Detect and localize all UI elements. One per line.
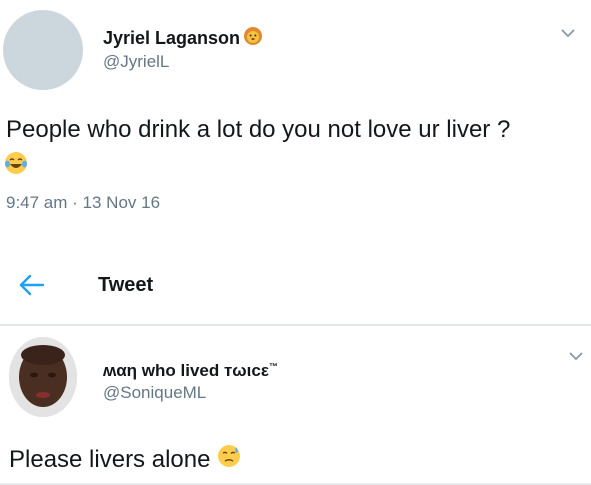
page-title: Tweet bbox=[98, 274, 154, 296]
downcast-sweat-icon bbox=[216, 443, 242, 476]
avatar[interactable] bbox=[9, 337, 77, 417]
lion-face-icon bbox=[243, 26, 263, 51]
tweet-header-bar bbox=[0, 258, 591, 324]
chevron-down-icon[interactable] bbox=[559, 24, 577, 42]
original-tweet: Jyriel Laganson @JyrielL People who drin… bbox=[0, 0, 591, 228]
tweet-timestamp[interactable]: 9:47 am · 13 Nov 16 bbox=[6, 193, 160, 213]
divider bbox=[0, 324, 591, 326]
reply-author-name[interactable]: ʍαη who lived тωιcε™ bbox=[103, 361, 278, 381]
reply-author-handle[interactable]: @SoniqueML bbox=[103, 383, 206, 403]
back-arrow-icon[interactable] bbox=[17, 272, 47, 298]
tears-of-joy-icon bbox=[3, 150, 29, 181]
author-handle[interactable]: @JyrielL bbox=[103, 52, 169, 72]
reply-display-name[interactable]: ʍαη who lived тωιcε bbox=[103, 361, 269, 380]
author-name-row[interactable]: Jyriel Laganson bbox=[103, 26, 263, 51]
reply-text: Please livers alone bbox=[9, 445, 211, 473]
trademark-mark: ™ bbox=[268, 361, 278, 372]
author-display-name[interactable]: Jyriel Laganson bbox=[103, 28, 240, 49]
tweet-text: People who drink a lot do you not love u… bbox=[6, 116, 511, 143]
chevron-down-icon[interactable] bbox=[567, 347, 585, 365]
reply-text-row: Please livers alone bbox=[9, 443, 242, 476]
section-gap bbox=[0, 228, 591, 258]
avatar[interactable] bbox=[3, 10, 83, 90]
